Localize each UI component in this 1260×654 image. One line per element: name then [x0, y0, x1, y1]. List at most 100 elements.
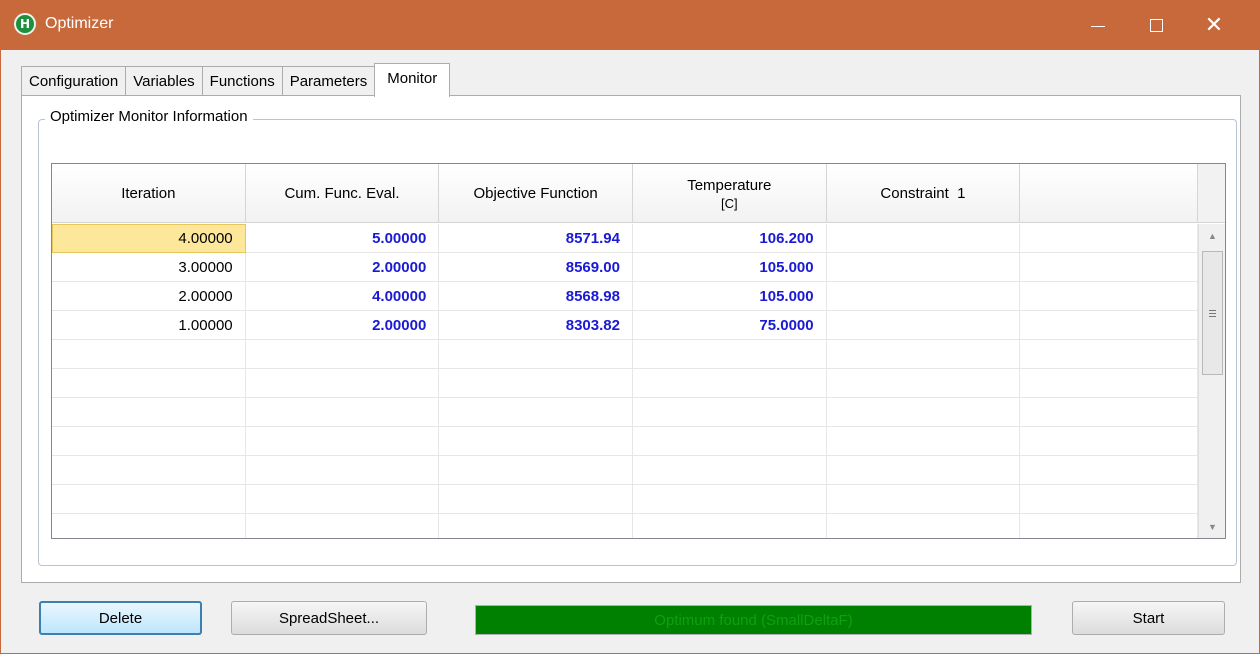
table-cell[interactable] — [52, 514, 246, 538]
column-header-cum-func-eval[interactable]: Cum. Func. Eval. — [246, 164, 440, 223]
table-cell[interactable]: 2.00000 — [52, 282, 246, 311]
table-cell[interactable] — [1020, 485, 1198, 514]
tab-variables[interactable]: Variables — [125, 66, 202, 96]
table-cell[interactable] — [827, 253, 1021, 282]
table-row[interactable] — [52, 340, 1198, 369]
table-row[interactable] — [52, 514, 1198, 538]
table-cell[interactable] — [633, 369, 827, 398]
table-cell[interactable] — [827, 485, 1021, 514]
table-cell[interactable] — [439, 485, 633, 514]
table-cell[interactable] — [246, 427, 440, 456]
table-row[interactable] — [52, 369, 1198, 398]
table-cell[interactable] — [1020, 311, 1198, 340]
table-cell[interactable]: 2.00000 — [246, 253, 440, 282]
table-cell[interactable]: 5.00000 — [246, 224, 440, 253]
tab-monitor[interactable]: Monitor — [374, 63, 451, 97]
table-cell[interactable] — [633, 340, 827, 369]
table-cell[interactable] — [1020, 224, 1198, 253]
table-cell[interactable] — [246, 398, 440, 427]
vertical-scrollbar[interactable]: ▲ ▼ — [1198, 224, 1225, 538]
table-cell[interactable] — [52, 369, 246, 398]
table-cell[interactable] — [827, 224, 1021, 253]
title-bar[interactable]: H Optimizer ✕ — [1, 1, 1259, 50]
table-cell[interactable] — [52, 340, 246, 369]
table-cell[interactable] — [827, 282, 1021, 311]
close-button[interactable]: ✕ — [1185, 1, 1243, 50]
table-cell[interactable]: 105.000 — [633, 253, 827, 282]
table-cell[interactable]: 4.00000 — [246, 282, 440, 311]
table-cell[interactable] — [827, 514, 1021, 538]
table-cell[interactable]: 3.00000 — [52, 253, 246, 282]
table-cell[interactable] — [1020, 369, 1198, 398]
table-cell[interactable] — [827, 369, 1021, 398]
grid-body: 4.00000 5.00000 8571.94 106.200 3.00000 2.000… — [52, 224, 1198, 538]
tab-configuration[interactable]: Configuration — [21, 66, 126, 96]
table-cell[interactable] — [827, 398, 1021, 427]
table-cell[interactable] — [52, 398, 246, 427]
table-row[interactable]: 4.00000 5.00000 8571.94 106.200 — [52, 224, 1198, 253]
table-cell[interactable] — [246, 485, 440, 514]
table-cell[interactable] — [246, 514, 440, 538]
start-button[interactable]: Start — [1072, 601, 1225, 635]
tab-parameters[interactable]: Parameters — [281, 66, 376, 96]
table-cell[interactable] — [439, 427, 633, 456]
table-cell[interactable] — [1020, 514, 1198, 538]
scroll-thumb[interactable] — [1202, 251, 1223, 375]
table-cell[interactable] — [439, 456, 633, 485]
table-cell[interactable] — [439, 398, 633, 427]
column-header-temperature[interactable]: Temperature [C] — [633, 164, 827, 223]
table-cell[interactable] — [52, 456, 246, 485]
table-row[interactable]: 1.00000 2.00000 8303.82 75.0000 — [52, 311, 1198, 340]
table-cell[interactable] — [439, 369, 633, 398]
table-cell[interactable] — [633, 514, 827, 538]
table-cell[interactable] — [1020, 456, 1198, 485]
table-row[interactable] — [52, 398, 1198, 427]
table-cell[interactable]: 2.00000 — [246, 311, 440, 340]
table-row[interactable] — [52, 485, 1198, 514]
table-cell[interactable] — [439, 340, 633, 369]
table-row[interactable] — [52, 456, 1198, 485]
table-cell[interactable] — [1020, 427, 1198, 456]
table-cell[interactable]: 8571.94 — [439, 224, 633, 253]
table-cell[interactable] — [246, 456, 440, 485]
table-cell[interactable] — [52, 485, 246, 514]
scroll-up-icon[interactable]: ▲ — [1199, 224, 1225, 248]
table-cell[interactable] — [1020, 340, 1198, 369]
column-header-empty[interactable] — [1020, 164, 1198, 223]
table-cell[interactable] — [246, 340, 440, 369]
table-cell[interactable]: 8568.98 — [439, 282, 633, 311]
table-cell[interactable] — [633, 427, 827, 456]
column-header-objective-function[interactable]: Objective Function — [439, 164, 633, 223]
table-cell[interactable]: 106.200 — [633, 224, 827, 253]
table-cell[interactable]: 8303.82 — [439, 311, 633, 340]
spreadsheet-button[interactable]: SpreadSheet... — [231, 601, 427, 635]
table-cell[interactable]: 75.0000 — [633, 311, 827, 340]
column-header-iteration[interactable]: Iteration — [52, 164, 246, 223]
table-row[interactable]: 3.00000 2.00000 8569.00 105.000 — [52, 253, 1198, 282]
table-cell[interactable] — [827, 340, 1021, 369]
table-cell[interactable] — [633, 398, 827, 427]
maximize-button[interactable] — [1127, 1, 1185, 50]
scroll-down-icon[interactable]: ▼ — [1199, 515, 1225, 538]
table-cell[interactable] — [827, 311, 1021, 340]
table-cell[interactable] — [1020, 282, 1198, 311]
table-cell[interactable]: 4.00000 — [52, 224, 246, 253]
table-row[interactable] — [52, 427, 1198, 456]
column-header-constraint-1[interactable]: Constraint 1 — [827, 164, 1021, 223]
table-cell[interactable]: 105.000 — [633, 282, 827, 311]
tab-functions[interactable]: Functions — [201, 66, 282, 96]
minimize-button[interactable] — [1069, 1, 1127, 50]
table-cell[interactable] — [633, 485, 827, 514]
table-row[interactable]: 2.00000 4.00000 8568.98 105.000 — [52, 282, 1198, 311]
table-cell[interactable] — [246, 369, 440, 398]
table-cell[interactable] — [633, 456, 827, 485]
table-cell[interactable] — [1020, 253, 1198, 282]
table-cell[interactable] — [1020, 398, 1198, 427]
table-cell[interactable] — [827, 427, 1021, 456]
table-cell[interactable] — [827, 456, 1021, 485]
table-cell[interactable] — [52, 427, 246, 456]
table-cell[interactable]: 1.00000 — [52, 311, 246, 340]
table-cell[interactable] — [439, 514, 633, 538]
table-cell[interactable]: 8569.00 — [439, 253, 633, 282]
delete-button[interactable]: Delete — [39, 601, 202, 635]
